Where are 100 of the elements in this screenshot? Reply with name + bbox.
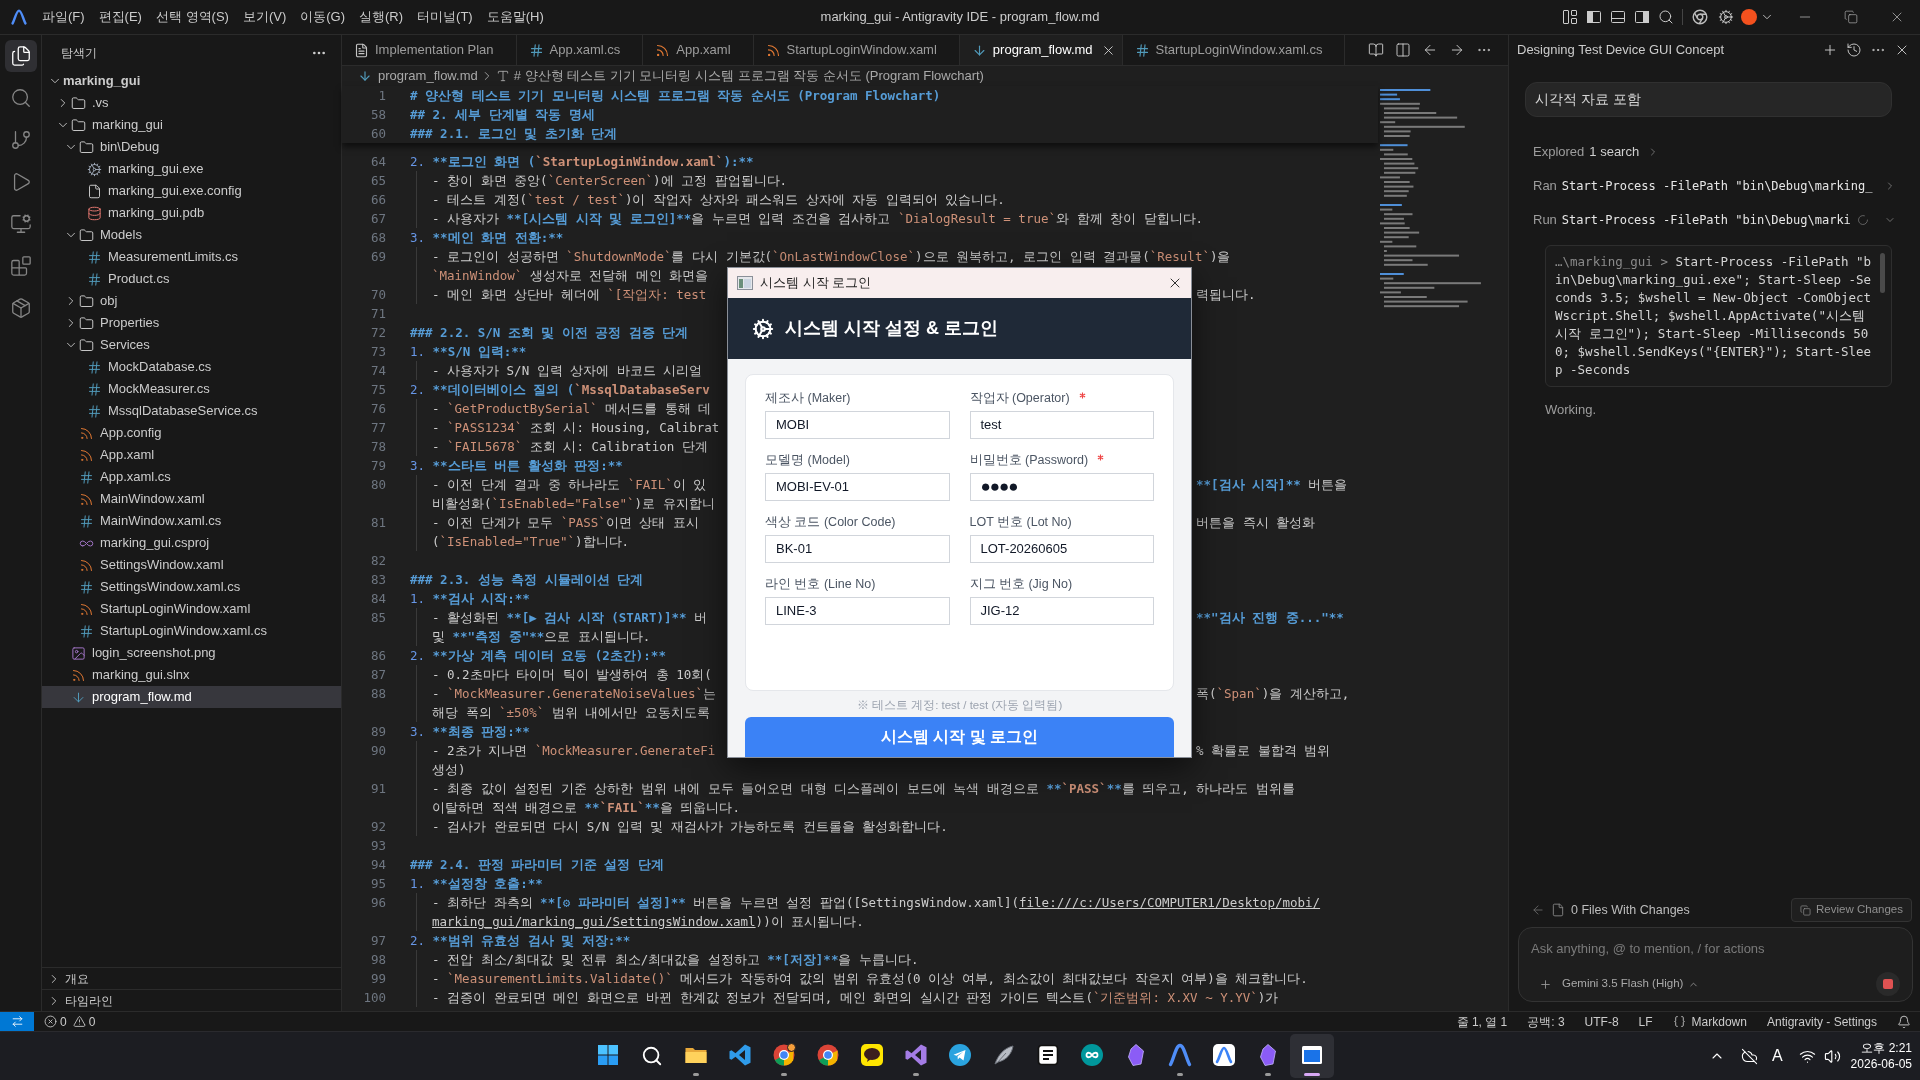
layout-grid-icon[interactable] [1562,9,1578,25]
tree-item[interactable]: Properties [42,312,341,334]
chat-input[interactable]: Ask anything, @ to mention, / for actions [1531,938,1900,960]
step-row[interactable]: Explored 1 search [1533,141,1896,163]
review-changes-button[interactable]: Review Changes [1791,898,1912,922]
ribbon-icon[interactable] [728,1043,752,1067]
text-field[interactable]: MOBI-EV-01 [765,473,950,501]
menu-item[interactable]: 터미널(T) [410,5,480,29]
tree-item[interactable]: MockMeasurer.cs [42,378,341,400]
arch-icon[interactable] [1168,1043,1192,1067]
section-header[interactable]: 개요 [42,967,341,989]
cloud-off-icon[interactable] [1740,1047,1758,1065]
text-field[interactable]: MOBI [765,411,950,439]
colored-circle-icon[interactable] [816,1043,840,1067]
tree-item[interactable]: Product.cs [42,268,341,290]
split-editor-icon[interactable] [1395,42,1411,58]
tree-item[interactable]: Services [42,334,341,356]
menu-item[interactable]: 편집(E) [91,5,149,29]
settings-icon[interactable] [1718,9,1734,25]
tree-item[interactable]: marking_gui.csproj [42,532,341,554]
tree-item[interactable]: SettingsWindow.xaml.cs [42,576,341,598]
arrow-left-icon[interactable] [1422,42,1438,58]
tree-item[interactable]: App.config [42,422,341,444]
plus-icon[interactable] [1539,977,1552,991]
tree-item[interactable]: obj [42,290,341,312]
arch-tile-icon[interactable] [1212,1043,1236,1067]
step-row[interactable]: Ran Start-Process -FilePath "bin\Debug\marking_ [1533,175,1896,197]
breadcrumb-item[interactable]: # 양산형 테스트 기기 모니터링 시스템 프로그램 작동 순서도 (Program Flowchart) [513,66,984,86]
text-field[interactable]: JIG-12 [969,597,1154,625]
restore-icon[interactable] [1844,10,1858,24]
stop-button[interactable] [1876,972,1900,996]
editor-tab[interactable]: StartupLoginWindow.xaml.cs [1122,35,1346,65]
menu-item[interactable]: 파일(F) [35,5,92,29]
tree-item[interactable]: StartupLoginWindow.xaml.cs [42,620,341,642]
layout-right-icon[interactable] [1634,9,1650,25]
tree-item[interactable]: marking_gui [42,70,341,92]
tree-item[interactable]: marking_gui.exe [42,158,341,180]
tree-item[interactable]: marking_gui [42,114,341,136]
breadcrumb-item[interactable]: program_flow.md [378,66,478,86]
editor-tab[interactable]: Implementation Plan [342,35,517,65]
editor-tab[interactable]: App.xaml.cs [516,35,644,65]
layout-left-icon[interactable] [1586,9,1602,25]
tree-item[interactable]: App.xaml.cs [42,466,341,488]
tree-item[interactable]: StartupLoginWindow.xaml [42,598,341,620]
text-field[interactable]: LOT-20260605 [969,535,1154,563]
bell-icon[interactable] [1897,1014,1911,1029]
tree-item[interactable]: MainWindow.xaml [42,488,341,510]
tree-item[interactable]: App.xaml [42,444,341,466]
tree-item[interactable]: MssqlDatabaseService.cs [42,400,341,422]
tree-item[interactable]: marking_gui.pdb [42,202,341,224]
file-link[interactable]: file:///c:/Users/COMPUTER1/Desktop/mobi/ [1019,895,1321,910]
tree-item[interactable]: marking_gui.exe.config [42,180,341,202]
feather-icon[interactable] [992,1043,1016,1067]
avatar-icon[interactable] [1741,9,1757,25]
tree-item[interactable]: marking_gui.slnx [42,664,341,686]
history-icon[interactable] [1846,42,1862,58]
password-field[interactable]: ●●●● [969,473,1154,501]
tree-item[interactable]: bin\Debug [42,136,341,158]
editor-tab[interactable]: program_flow.md [959,35,1123,65]
tree-item[interactable]: MockDatabase.cs [42,356,341,378]
menu-item[interactable]: 선택 영역(S) [148,5,236,29]
status-item[interactable]: UTF-8 [1584,1012,1619,1031]
tree-item[interactable]: program_flow.md [42,686,341,708]
colored-circle-icon[interactable] [772,1043,796,1067]
paper-plane-icon[interactable] [948,1043,972,1067]
tree-item[interactable]: .vs [42,92,341,114]
model-selector[interactable]: Gemini 3.5 Flash (High) [1562,975,1700,993]
status-item[interactable]: Markdown [1672,1012,1747,1031]
window-icon[interactable] [1300,1043,1324,1067]
menu-item[interactable]: 보기(V) [235,5,294,29]
text-field[interactable]: BK-01 [765,535,950,563]
remote-button[interactable] [0,1012,34,1031]
clock[interactable]: 오후 2:21 2026-06-05 [1850,1040,1920,1072]
file-link[interactable]: marking_gui/marking_gui/SettingsWindow.xaml [432,914,756,929]
status-item[interactable]: 공백: 3 [1527,1012,1565,1031]
book-icon[interactable] [1368,42,1384,58]
login-button[interactable]: 시스템 시작 및 로그인 [745,717,1174,757]
tree-item[interactable]: MainWindow.xaml.cs [42,510,341,532]
arrow-right-icon[interactable] [1449,42,1465,58]
tree-item[interactable]: MeasurementLimits.cs [42,246,341,268]
menu-item[interactable]: 이동(G) [293,5,353,29]
menu-item[interactable]: 도움말(H) [479,5,551,29]
text-field[interactable]: LINE-3 [765,597,950,625]
status-item[interactable]: Antigravity - Settings [1766,1012,1877,1031]
search-icon[interactable] [1658,9,1674,25]
files-icon[interactable] [4,40,37,72]
layout-bottom-icon[interactable] [1610,9,1626,25]
infinity-icon[interactable] [1080,1043,1104,1067]
tree-item[interactable]: login_screenshot.png [42,642,341,664]
four-squares-icon[interactable] [596,1043,620,1067]
speech-bubble-icon[interactable] [860,1043,884,1067]
taskbar-button[interactable] [1290,1034,1334,1078]
text-field[interactable]: test [969,411,1154,439]
plus-icon[interactable] [1822,42,1838,58]
status-item[interactable]: 줄 1, 열 1 [1456,1012,1508,1031]
ribbon-icon[interactable] [904,1043,928,1067]
menu-item[interactable]: 실행(R) [352,5,411,29]
search-icon[interactable] [641,1045,663,1067]
tile-icon[interactable] [1036,1043,1060,1067]
tree-item[interactable]: SettingsWindow.xaml [42,554,341,576]
